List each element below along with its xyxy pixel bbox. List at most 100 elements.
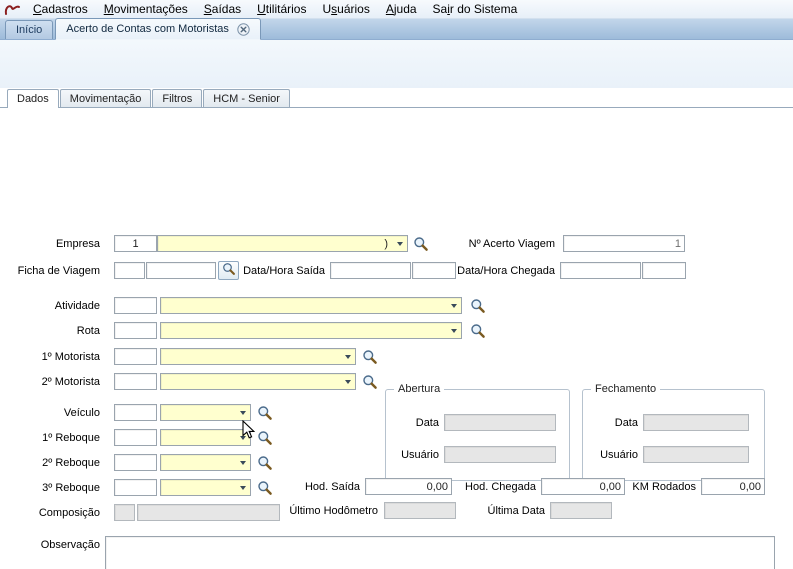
empresa-label: Empresa	[10, 238, 100, 250]
reboque1-label: 1º Reboque	[10, 432, 100, 444]
abertura-group-title: Abertura	[394, 383, 444, 395]
motorista1-code-input[interactable]	[114, 348, 157, 365]
reboque1-search-icon[interactable]	[257, 430, 273, 446]
fechamento-data-input	[643, 414, 749, 431]
reboque3-label: 3º Reboque	[10, 482, 100, 494]
rota-code-input[interactable]	[114, 322, 157, 339]
tab-acerto-de-contas[interactable]: Acerto de Contas com Motoristas	[55, 18, 261, 40]
ficha-numero-input[interactable]	[146, 262, 216, 279]
menu-utilitarios[interactable]: Utilitários	[249, 0, 314, 19]
km-rodados-label: KM Rodados	[622, 481, 696, 493]
atividade-combo[interactable]	[160, 297, 462, 314]
reboque1-combo[interactable]	[160, 429, 251, 446]
veiculo-combo[interactable]	[160, 404, 251, 421]
chevron-down-icon[interactable]	[392, 236, 407, 251]
motorista2-combo[interactable]	[160, 373, 356, 390]
abertura-usuario-label: Usuário	[391, 449, 439, 461]
reboque3-code-input[interactable]	[114, 479, 157, 496]
chevron-down-icon[interactable]	[446, 323, 461, 338]
ficha-code-input[interactable]	[114, 262, 145, 279]
motorista2-search-icon[interactable]	[362, 374, 378, 390]
composicao-input-2	[137, 504, 280, 521]
empresa-search-icon[interactable]	[413, 236, 429, 252]
motorista1-combo[interactable]	[160, 348, 356, 365]
tab-inicio[interactable]: Início	[5, 20, 53, 39]
hora-saida-input[interactable]	[412, 262, 456, 279]
dados-panel: Empresa ) Nº Acerto Viagem Ficha de Viag…	[0, 108, 793, 569]
subtab-movimentacao[interactable]: Movimentação	[60, 89, 152, 107]
tab-acerto-label: Acerto de Contas com Motoristas	[66, 23, 229, 35]
atividade-label: Atividade	[10, 300, 100, 312]
abertura-data-input	[444, 414, 556, 431]
hod-saida-input[interactable]	[365, 478, 452, 495]
search-icon	[222, 262, 236, 279]
composicao-label: Composição	[10, 507, 100, 519]
subtab-hcm-senior[interactable]: HCM - Senior	[203, 89, 290, 107]
chevron-down-icon[interactable]	[235, 405, 250, 420]
fechamento-group-title: Fechamento	[591, 383, 660, 395]
reboque3-combo[interactable]	[160, 479, 251, 496]
chevron-down-icon[interactable]	[235, 455, 250, 470]
fechamento-data-label: Data	[595, 417, 638, 429]
atividade-code-input[interactable]	[114, 297, 157, 314]
hod-saida-label: Hod. Saída	[295, 481, 360, 493]
reboque1-code-input[interactable]	[114, 429, 157, 446]
veiculo-label: Veículo	[10, 407, 100, 419]
form-tabstrip: Dados Movimentação Filtros HCM - Senior	[0, 88, 793, 108]
reboque2-label: 2º Reboque	[10, 457, 100, 469]
reboque2-code-input[interactable]	[114, 454, 157, 471]
numero-acerto-label: Nº Acerto Viagem	[450, 238, 555, 250]
app-icon	[4, 2, 22, 17]
motorista1-search-icon[interactable]	[362, 349, 378, 365]
chevron-down-icon[interactable]	[235, 480, 250, 495]
hora-chegada-input[interactable]	[642, 262, 686, 279]
chevron-down-icon[interactable]	[446, 298, 461, 313]
hod-chegada-label: Hod. Chegada	[452, 481, 536, 493]
rota-label: Rota	[10, 325, 100, 337]
observacao-input[interactable]	[105, 536, 775, 569]
motorista2-code-input[interactable]	[114, 373, 157, 390]
rota-combo[interactable]	[160, 322, 462, 339]
menu-sair-do-sistema[interactable]: Sair do Sistema	[425, 0, 526, 19]
subtab-filtros[interactable]: Filtros	[152, 89, 202, 107]
empresa-combo-text: )	[158, 238, 392, 250]
numero-acerto-input[interactable]	[563, 235, 685, 252]
rota-search-icon[interactable]	[470, 323, 486, 339]
chevron-down-icon[interactable]	[235, 430, 250, 445]
tab-inicio-label: Início	[16, 24, 42, 36]
empresa-combo[interactable]: )	[157, 235, 408, 252]
menu-cadastros[interactable]: Cadastros	[25, 0, 96, 19]
ficha-search-button[interactable]	[218, 261, 239, 280]
reboque2-search-icon[interactable]	[257, 455, 273, 471]
data-saida-input[interactable]	[330, 262, 411, 279]
ultima-data-input	[550, 502, 612, 519]
motorista2-label: 2º Motorista	[10, 376, 100, 388]
ultimo-hodometro-label: Último Hodômetro	[270, 505, 378, 517]
tab-close-icon[interactable]	[237, 23, 250, 36]
chevron-down-icon[interactable]	[340, 374, 355, 389]
abertura-usuario-input	[444, 446, 556, 463]
km-rodados-input[interactable]	[701, 478, 765, 495]
fechamento-usuario-label: Usuário	[590, 449, 638, 461]
ficha-viagem-label: Ficha de Viagem	[10, 265, 100, 277]
veiculo-code-input[interactable]	[114, 404, 157, 421]
ultima-data-label: Última Data	[468, 505, 545, 517]
empresa-code-input[interactable]	[114, 235, 157, 252]
fechamento-group: Fechamento Data Usuário	[582, 389, 765, 481]
toolbar: Etiqueta Tacógrafo	[0, 40, 793, 89]
menu-usuarios[interactable]: Usuários	[314, 0, 377, 19]
data-chegada-input[interactable]	[560, 262, 641, 279]
hod-chegada-input[interactable]	[541, 478, 625, 495]
veiculo-search-icon[interactable]	[257, 405, 273, 421]
atividade-search-icon[interactable]	[470, 298, 486, 314]
subtab-dados[interactable]: Dados	[7, 89, 59, 108]
menu-ajuda[interactable]: Ajuda	[378, 0, 425, 19]
reboque2-combo[interactable]	[160, 454, 251, 471]
page-tabbar: Início Acerto de Contas com Motoristas	[0, 19, 793, 40]
menubar: Cadastros Movimentações Saídas Utilitári…	[0, 0, 793, 19]
abertura-data-label: Data	[396, 417, 439, 429]
menu-movimentacoes[interactable]: Movimentações	[96, 0, 196, 19]
menu-saidas[interactable]: Saídas	[196, 0, 249, 19]
chevron-down-icon[interactable]	[340, 349, 355, 364]
reboque3-search-icon[interactable]	[257, 480, 273, 496]
